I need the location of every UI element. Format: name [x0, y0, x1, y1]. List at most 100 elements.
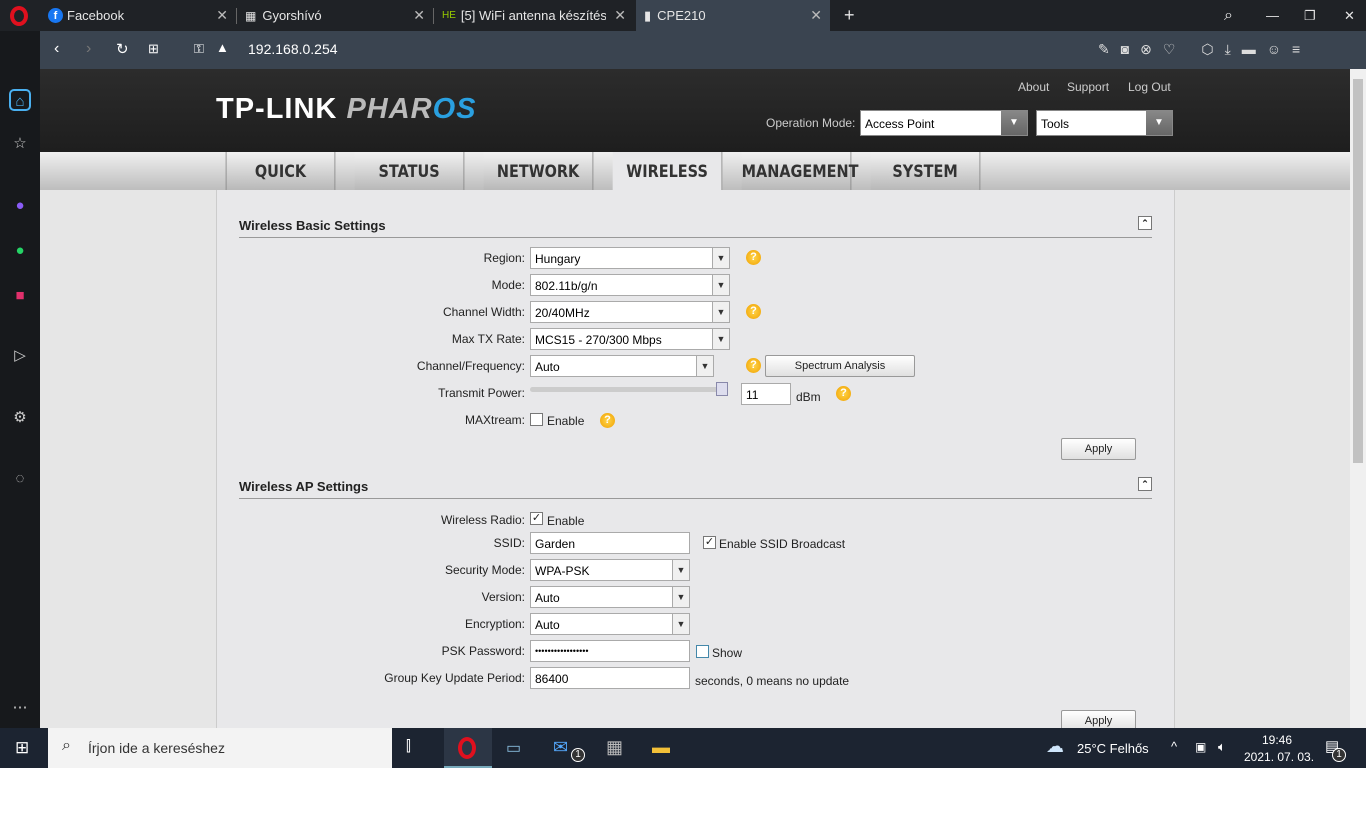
- transmit-power-label: Transmit Power:: [438, 386, 525, 400]
- wireless-radio-checkbox[interactable]: ✓: [530, 512, 543, 525]
- back-icon[interactable]: ‹: [54, 40, 59, 58]
- close-tab-icon[interactable]: ✕: [810, 7, 822, 24]
- star-icon[interactable]: ☆: [9, 133, 31, 155]
- maxtream-label: MAXtream:: [464, 413, 525, 427]
- apply-basic-button[interactable]: Apply: [1061, 438, 1136, 460]
- max-tx-rate-select[interactable]: MCS15 - 270/300 Mbps ▼: [530, 328, 730, 350]
- channel-width-select[interactable]: 20/40MHz ▼: [530, 301, 730, 323]
- close-tab-icon[interactable]: ✕: [413, 7, 425, 24]
- more-icon[interactable]: ⋯: [9, 697, 31, 719]
- tab-wireless[interactable]: WIRELESS: [612, 152, 723, 190]
- task-view-icon[interactable]: ⫿: [406, 738, 411, 755]
- tools-select[interactable]: Tools ▼: [1036, 110, 1173, 136]
- security-mode-select[interactable]: WPA-PSK ▼: [530, 559, 690, 581]
- region-select[interactable]: Hungary ▼: [530, 247, 730, 269]
- psk-password-input[interactable]: •••••••••••••••••: [530, 640, 690, 662]
- mode-label: Mode:: [491, 278, 525, 292]
- tab-facebook[interactable]: f Facebook ✕: [40, 0, 236, 31]
- ssid-broadcast-checkbox[interactable]: ✓: [703, 536, 716, 549]
- address-bar: ‹ › ↻ ⊞ ⚿ ▲ 192.168.0.254 ✎◙⊗♡ ⬡⤓▬☺≡: [40, 31, 1366, 69]
- search-tabs-icon[interactable]: ⌕: [1216, 0, 1233, 31]
- file-explorer-icon[interactable]: ▬: [652, 737, 670, 758]
- chevron-down-icon: ▼: [1146, 111, 1172, 135]
- tab-network[interactable]: NETWORK: [483, 152, 594, 190]
- section-wireless-basic: Wireless Basic Settings ⌃: [239, 216, 1152, 238]
- windows-start-icon[interactable]: ⊞: [15, 738, 29, 758]
- help-icon[interactable]: ?: [836, 386, 851, 401]
- settings-icon[interactable]: ⚙: [9, 407, 31, 429]
- operation-mode-select[interactable]: Access Point ▼: [860, 110, 1028, 136]
- clock-date[interactable]: 2021. 07. 03.: [1244, 750, 1314, 764]
- url-field[interactable]: 192.168.0.254: [248, 41, 338, 57]
- instagram-icon[interactable]: ■: [9, 285, 31, 307]
- minimize-button[interactable]: —: [1258, 0, 1279, 31]
- version-select[interactable]: Auto ▼: [530, 586, 690, 608]
- lightbulb-icon[interactable]: ◌: [9, 468, 31, 490]
- grid-icon[interactable]: ⊞: [148, 41, 159, 57]
- windows-taskbar: ⊞ ⌕ Írjon ide a kereséshez ⫿ ▭ ✉ 1 ▦ ▬ ☁ …: [0, 728, 1366, 768]
- help-icon[interactable]: ?: [746, 304, 761, 319]
- notification-badge: 1: [1332, 748, 1346, 762]
- slider-handle[interactable]: [716, 382, 728, 396]
- scrollbar-thumb[interactable]: [1353, 79, 1363, 463]
- ssid-input[interactable]: Garden: [530, 532, 690, 554]
- channel-width-label: Channel Width:: [442, 305, 525, 319]
- taskbar-search[interactable]: ⌕ Írjon ide a kereséshez: [48, 728, 392, 768]
- collapse-icon[interactable]: ⌃: [1138, 216, 1152, 230]
- mode-select[interactable]: 802.11b/g/n ▼: [530, 274, 730, 296]
- about-link[interactable]: About: [1018, 80, 1049, 94]
- close-tab-icon[interactable]: ✕: [614, 7, 626, 24]
- channel-select[interactable]: Auto ▼: [530, 355, 714, 377]
- tab-management[interactable]: MANAGEMENT: [741, 152, 858, 190]
- opera-logo-icon[interactable]: [10, 6, 28, 26]
- tab-cpe210[interactable]: ▮ CPE210 ✕: [636, 0, 830, 31]
- apply-ap-button[interactable]: Apply: [1061, 710, 1136, 728]
- weather-text[interactable]: 25°C Felhős: [1077, 741, 1149, 756]
- close-tab-icon[interactable]: ✕: [216, 7, 228, 24]
- whatsapp-icon[interactable]: ●: [9, 240, 31, 262]
- security-mode-label: Security Mode:: [444, 563, 525, 577]
- mail-icon[interactable]: ✉: [553, 737, 568, 758]
- transmit-power-input[interactable]: 11: [741, 383, 791, 405]
- help-icon[interactable]: ?: [600, 413, 615, 428]
- volume-icon[interactable]: 🔈︎: [1218, 739, 1226, 755]
- maxtream-enable-label: Enable: [547, 414, 585, 428]
- player-icon[interactable]: ▷: [9, 345, 31, 367]
- tab-status[interactable]: STATUS: [354, 152, 465, 190]
- browser-tab-bar: f Facebook ✕ ▦ Gyorshívó ✕ HE [5] WiFi antenn…: [0, 0, 1366, 31]
- help-icon[interactable]: ?: [746, 250, 761, 265]
- tab-system[interactable]: SYSTEM: [870, 152, 981, 190]
- messenger-icon[interactable]: ●: [9, 195, 31, 217]
- calculator-icon[interactable]: ▦: [606, 737, 623, 758]
- reload-icon[interactable]: ↻: [116, 40, 129, 58]
- logout-link[interactable]: Log Out: [1128, 80, 1171, 94]
- collapse-icon[interactable]: ⌃: [1138, 477, 1152, 491]
- new-tab-button[interactable]: +: [836, 0, 855, 31]
- computer-icon[interactable]: ▭: [506, 738, 521, 758]
- network-icon[interactable]: ▣: [1195, 740, 1206, 754]
- spectrum-analysis-button[interactable]: Spectrum Analysis: [765, 355, 915, 377]
- tab-speed-dial[interactable]: ▦ Gyorshívó ✕: [237, 0, 433, 31]
- ssid-label: SSID:: [493, 536, 525, 550]
- toolbar-icons[interactable]: ✎◙⊗♡ ⬡⤓▬☺≡: [1098, 41, 1311, 58]
- tab-quick-setup[interactable]: QUICK SETUP: [225, 152, 336, 222]
- close-window-button[interactable]: ✕: [1336, 0, 1355, 31]
- warning-icon[interactable]: ▲: [216, 40, 229, 55]
- maximize-button[interactable]: ❐: [1296, 0, 1316, 31]
- help-icon[interactable]: ?: [746, 358, 761, 373]
- show-password-checkbox[interactable]: [696, 645, 709, 658]
- clock-time[interactable]: 19:46: [1262, 733, 1292, 747]
- encryption-select[interactable]: Auto ▼: [530, 613, 690, 635]
- home-icon[interactable]: ⌂: [9, 89, 31, 111]
- maxtream-checkbox[interactable]: [530, 413, 543, 426]
- forward-icon[interactable]: ›: [86, 40, 91, 58]
- transmit-power-slider[interactable]: [530, 382, 728, 396]
- opera-taskbar-icon[interactable]: [444, 728, 492, 768]
- support-link[interactable]: Support: [1067, 80, 1109, 94]
- tab-wifi-antenna[interactable]: HE [5] WiFi antenna készítés - ✕: [434, 0, 634, 31]
- chevron-up-icon[interactable]: ^: [1171, 739, 1177, 754]
- page-icon: ▮: [644, 7, 652, 23]
- page-scrollbar[interactable]: [1350, 69, 1366, 728]
- group-key-input[interactable]: 86400: [530, 667, 690, 689]
- key-icon[interactable]: ⚿: [194, 41, 204, 57]
